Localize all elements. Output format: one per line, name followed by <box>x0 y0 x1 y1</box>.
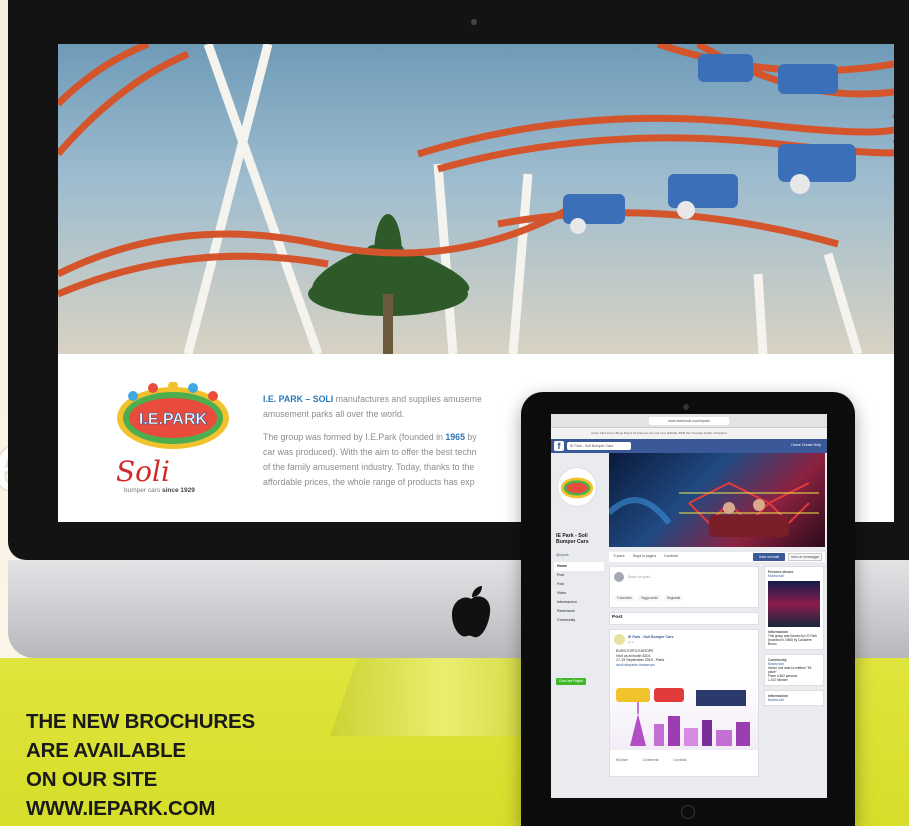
facebook-topbar: f IE Park - Soli Bumper Cars Home Create… <box>551 439 827 453</box>
headline-line-2: ARE AVAILABLE <box>26 739 186 762</box>
post-body: EURO EXPO EUROPE Visit us at booth 8201 … <box>616 649 756 667</box>
soli-tagline: bumper cars since 1929 <box>124 487 195 494</box>
send-email-button[interactable]: Invia un'email <box>753 553 785 561</box>
community-item-invite[interactable]: Invita i tuoi amici a mettere "Mi piace" <box>768 666 820 674</box>
iepark-logo: I.E.PARK <box>117 382 229 449</box>
posts-header: Post <box>609 612 759 625</box>
camera-icon <box>471 19 477 25</box>
tag-friends-button[interactable]: Tagga amici <box>637 595 661 601</box>
right-column: Persone dicono Mostra tutti Informazioni… <box>764 566 824 798</box>
paris-skyline-illustration <box>616 688 750 746</box>
brochure-headline: THE NEW BROCHURES ARE AVAILABLE ON OUR S… <box>26 707 366 823</box>
right-card-link[interactable]: Mostra tutti <box>768 574 820 578</box>
send-message-button[interactable]: Invia un messaggio <box>788 553 822 561</box>
post-avatar[interactable] <box>614 634 625 645</box>
headline-website-link[interactable]: WWW.IEPARK.COM <box>26 794 366 823</box>
post-hashtags[interactable]: #soli #ieparks #eaaexpo <box>616 663 756 668</box>
cover-photo[interactable] <box>609 453 825 547</box>
camera-icon <box>683 404 689 410</box>
post-share-button[interactable]: Condividi <box>673 758 686 762</box>
bumper-car-illustration <box>609 481 819 537</box>
menu-item-reviews[interactable]: Recensioni <box>554 607 604 616</box>
bookmarks-bar[interactable]: Arturo Files Fiverr Blogs Brand Kit Adse… <box>551 428 827 439</box>
url-bar[interactable]: www.facebook.com/iepark <box>649 417 729 425</box>
menu-item-home[interactable]: Home <box>554 562 604 571</box>
right-card-image[interactable] <box>768 581 820 627</box>
menu-item-info[interactable]: Informazioni <box>554 598 604 607</box>
about-card-text: This group was formed by I.E.Park (found… <box>768 634 817 646</box>
photo-video-button[interactable]: Foto/video <box>614 595 635 601</box>
search-input[interactable]: IE Park - Soli Bumper Cars <box>567 442 631 450</box>
post-image[interactable] <box>610 680 758 750</box>
page-handle: @iepark <box>556 553 569 557</box>
posts-label: Post <box>612 615 623 620</box>
right-card: Persone dicono Mostra tutti Informazioni… <box>764 566 824 650</box>
menu-item-foto[interactable]: Foto <box>554 580 604 589</box>
soli-logo: Soli bumper cars since 1929 <box>116 455 226 495</box>
post-time: 11 h <box>628 640 634 644</box>
share-button[interactable]: Condividi <box>664 554 678 558</box>
info-card: Informazioni Mostra tutti <box>764 690 824 706</box>
post-reactions: Mi piace Commenta Condividi <box>616 758 752 762</box>
community-card: Community Mostra tutti Invita i tuoi ami… <box>764 654 824 686</box>
headline-line-3: ON OUR SITE <box>26 768 158 791</box>
like-button[interactable]: Ti piace <box>613 554 625 558</box>
page-sidebar: IE Park - Soli Bumper Cars @iepark Home … <box>551 453 607 798</box>
menu-item-community[interactable]: Community <box>554 616 604 625</box>
post-composer[interactable]: Scrivi un post... Foto/video Tagga amici… <box>609 566 759 608</box>
composer-buttons: Foto/video Tagga amici Registrati <box>614 595 685 601</box>
tablet-device: www.facebook.com/iepark Arturo Files Fiv… <box>521 392 855 826</box>
roller-coaster-photo <box>58 44 894 354</box>
post-comment-button[interactable]: Commenta <box>643 758 659 762</box>
page-avatar[interactable] <box>557 467 597 507</box>
feed-post: IE Park - Soli Bumper Cars 11 h EURO EXP… <box>609 629 759 777</box>
page-actions-bar: Ti piace Segui la pagina Condividi Invia… <box>609 552 825 562</box>
tablet-screen: www.facebook.com/iepark Arturo Files Fiv… <box>551 414 827 798</box>
soli-wordmark: Soli <box>116 455 170 488</box>
post-like-button[interactable]: Mi piace <box>616 758 628 762</box>
browser-chrome: www.facebook.com/iepark <box>551 414 827 428</box>
svg-text:I.E.PARK: I.E.PARK <box>139 411 208 428</box>
roller-coaster-illustration <box>58 44 894 354</box>
avatar <box>614 572 624 582</box>
page-name: IE Park - Soli Bumper Cars <box>556 533 589 545</box>
follow-button[interactable]: Segui la pagina <box>633 554 656 558</box>
community-item-followers: 1.102 follower <box>768 678 788 682</box>
create-page-button[interactable]: Crea una Pagina <box>556 678 586 685</box>
checkin-button[interactable]: Registrati <box>663 595 684 601</box>
apple-icon <box>452 586 491 638</box>
page-feed: Scrivi un post... Foto/video Tagga amici… <box>609 566 759 798</box>
home-button[interactable] <box>681 805 695 819</box>
post-author[interactable]: IE Park - Soli Bumper Cars <box>628 635 674 639</box>
page-menu: Home Post Foto Video Informazioni Recens… <box>554 562 604 625</box>
headline-line-1: THE NEW BROCHURES <box>26 710 255 733</box>
info-link[interactable]: Mostra tutti <box>768 698 820 702</box>
menu-item-post[interactable]: Post <box>554 571 604 580</box>
composer-placeholder[interactable]: Scrivi un post... <box>628 575 653 579</box>
top-nav[interactable]: Home Create Help <box>791 443 821 447</box>
menu-item-video[interactable]: Video <box>554 589 604 598</box>
facebook-icon[interactable]: f <box>554 441 564 451</box>
